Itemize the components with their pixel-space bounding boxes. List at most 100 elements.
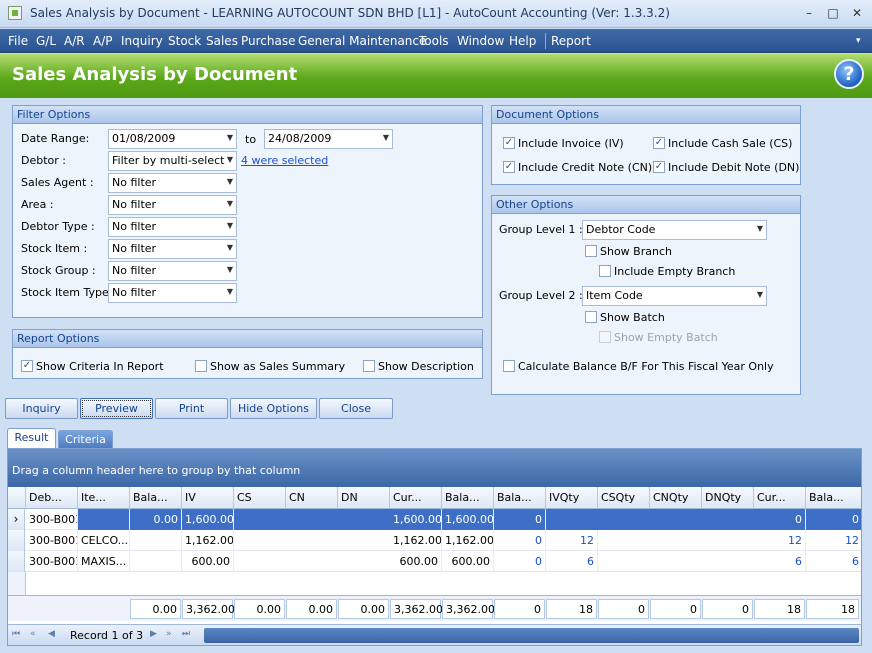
cell-balance[interactable]: 1,162.00 [442, 530, 494, 551]
cell-balance-qty[interactable]: 0 [806, 509, 861, 530]
menu-window[interactable]: Window [457, 34, 504, 48]
cell-debtor[interactable]: 300-B001 [26, 530, 78, 551]
last-record-icon[interactable]: ⏭ [182, 629, 190, 639]
include-cash-sale-checkbox[interactable]: ✓ [653, 137, 665, 149]
cell-balance-qty-bf[interactable]: 0 [494, 530, 546, 551]
col-header-current-qty[interactable]: Cur... [754, 487, 806, 509]
date-from-field[interactable]: 01/08/2009 ▼ [108, 129, 237, 149]
cell-current-qty[interactable]: 6 [754, 551, 806, 572]
group-level-1-select[interactable]: Debtor Code ▼ [582, 220, 767, 240]
col-header-iv[interactable]: IV [182, 487, 234, 509]
col-header-cn-qty[interactable]: CNQty [650, 487, 702, 509]
col-header-balance-qty-bf[interactable]: Bala... [494, 487, 546, 509]
cell-debtor[interactable]: 300-B001 [26, 509, 78, 530]
menu-purchase[interactable]: Purchase [241, 34, 296, 48]
cell-iv[interactable]: 1,162.00 [182, 530, 234, 551]
cell-current[interactable]: 1,600.00 [390, 509, 442, 530]
cell-balance-bf[interactable] [130, 530, 182, 551]
help-icon[interactable]: ? [834, 59, 864, 89]
hide-options-button[interactable]: Hide Options [230, 398, 317, 419]
col-header-balance-bf[interactable]: Bala... [130, 487, 182, 509]
include-debit-note-checkbox[interactable]: ✓ [653, 161, 665, 173]
cell-current[interactable]: 600.00 [390, 551, 442, 572]
cell-current-qty[interactable]: 0 [754, 509, 806, 530]
debtor-type-select[interactable]: No filter ▼ [108, 217, 237, 237]
inquiry-button[interactable]: Inquiry [5, 398, 78, 419]
previous-record-icon[interactable]: ◀ [48, 629, 55, 639]
debtor-selected-link[interactable]: 4 were selected [241, 154, 328, 167]
cell-balance[interactable]: 1,600.00 [442, 509, 494, 530]
menu-help[interactable]: Help [509, 34, 536, 48]
calc-balance-bf-checkbox[interactable] [503, 360, 515, 372]
cell-item[interactable] [78, 509, 130, 530]
cell-current-qty[interactable]: 12 [754, 530, 806, 551]
cell-balance-bf[interactable]: 0.00 [130, 509, 182, 530]
cell-iv[interactable]: 600.00 [182, 551, 234, 572]
menu-file[interactable]: File [8, 34, 28, 48]
col-header-balance[interactable]: Bala... [442, 487, 494, 509]
horizontal-scrollbar[interactable] [204, 628, 859, 643]
cell-item[interactable]: MAXIS... [78, 551, 130, 572]
close-button[interactable]: Close [319, 398, 393, 419]
table-row[interactable]: › 300-B001 0.00 1,600.00 1,600.00 1,600.… [8, 509, 861, 530]
cell-iv-qty[interactable]: 6 [546, 551, 598, 572]
group-by-panel[interactable]: Drag a column header here to group by th… [8, 449, 861, 487]
area-select[interactable]: No filter ▼ [108, 195, 237, 215]
stock-item-type-select[interactable]: No filter ▼ [108, 283, 237, 303]
first-record-icon[interactable]: ⏮ [12, 629, 20, 639]
menu-stock[interactable]: Stock [168, 34, 201, 48]
menu-report[interactable]: Report [551, 34, 591, 48]
group-level-2-select[interactable]: Item Code ▼ [582, 286, 767, 306]
cell-iv-qty[interactable]: 12 [546, 530, 598, 551]
cell-item[interactable]: CELCO... [78, 530, 130, 551]
menu-sales[interactable]: Sales [206, 34, 238, 48]
col-header-dn[interactable]: DN [338, 487, 390, 509]
include-empty-branch-checkbox[interactable] [599, 265, 611, 277]
include-invoice-checkbox[interactable]: ✓ [503, 137, 515, 149]
print-button[interactable]: Print [155, 398, 228, 419]
menu-tools[interactable]: Tools [419, 34, 449, 48]
col-header-cn[interactable]: CN [286, 487, 338, 509]
cell-balance[interactable]: 600.00 [442, 551, 494, 572]
menu-ap[interactable]: A/P [93, 34, 113, 48]
stock-item-select[interactable]: No filter ▼ [108, 239, 237, 259]
cell-debtor[interactable]: 300-B001 [26, 551, 78, 572]
previous-page-icon[interactable]: « [30, 629, 36, 639]
col-header-item[interactable]: Ite... [78, 487, 130, 509]
cell-balance-qty-bf[interactable]: 0 [494, 551, 546, 572]
col-header-cs-qty[interactable]: CSQty [598, 487, 650, 509]
show-criteria-checkbox[interactable]: ✓ [21, 360, 33, 372]
menu-gl[interactable]: G/L [36, 34, 56, 48]
col-header-balance-qty[interactable]: Bala... [806, 487, 861, 509]
cell-balance-bf[interactable] [130, 551, 182, 572]
include-credit-note-checkbox[interactable]: ✓ [503, 161, 515, 173]
table-row[interactable]: 300-B001 CELCO... 1,162.00 1,162.00 1,16… [8, 530, 861, 551]
cell-balance-qty[interactable]: 12 [806, 530, 861, 551]
show-summary-checkbox[interactable] [195, 360, 207, 372]
cell-current[interactable]: 1,162.00 [390, 530, 442, 551]
date-to-field[interactable]: 24/08/2009 ▼ [264, 129, 393, 149]
col-header-debtor[interactable]: Deb... [26, 487, 78, 509]
tab-result[interactable]: Result [7, 428, 56, 448]
next-page-icon[interactable]: » [166, 629, 172, 639]
show-batch-checkbox[interactable] [585, 311, 597, 323]
sales-agent-select[interactable]: No filter ▼ [108, 173, 237, 193]
col-header-current[interactable]: Cur... [390, 487, 442, 509]
col-header-dn-qty[interactable]: DNQty [702, 487, 754, 509]
debtor-filter-select[interactable]: Filter by multi-select ▼ [108, 151, 237, 171]
show-branch-checkbox[interactable] [585, 245, 597, 257]
table-row[interactable]: 300-B001 MAXIS... 600.00 600.00 600.00 0… [8, 551, 861, 572]
cell-iv[interactable]: 1,600.00 [182, 509, 234, 530]
menu-ar[interactable]: A/R [64, 34, 85, 48]
col-header-iv-qty[interactable]: IVQty [546, 487, 598, 509]
stock-group-select[interactable]: No filter ▼ [108, 261, 237, 281]
cell-balance-qty-bf[interactable]: 0 [494, 509, 546, 530]
close-window-button[interactable]: ✕ [848, 5, 866, 21]
menu-general-maintenance[interactable]: General Maintenance [298, 34, 426, 48]
tab-criteria[interactable]: Criteria [58, 430, 113, 448]
minimize-button[interactable]: – [800, 5, 818, 21]
preview-button[interactable]: Preview [80, 398, 153, 419]
show-description-checkbox[interactable] [363, 360, 375, 372]
menu-inquiry[interactable]: Inquiry [121, 34, 163, 48]
col-header-cs[interactable]: CS [234, 487, 286, 509]
